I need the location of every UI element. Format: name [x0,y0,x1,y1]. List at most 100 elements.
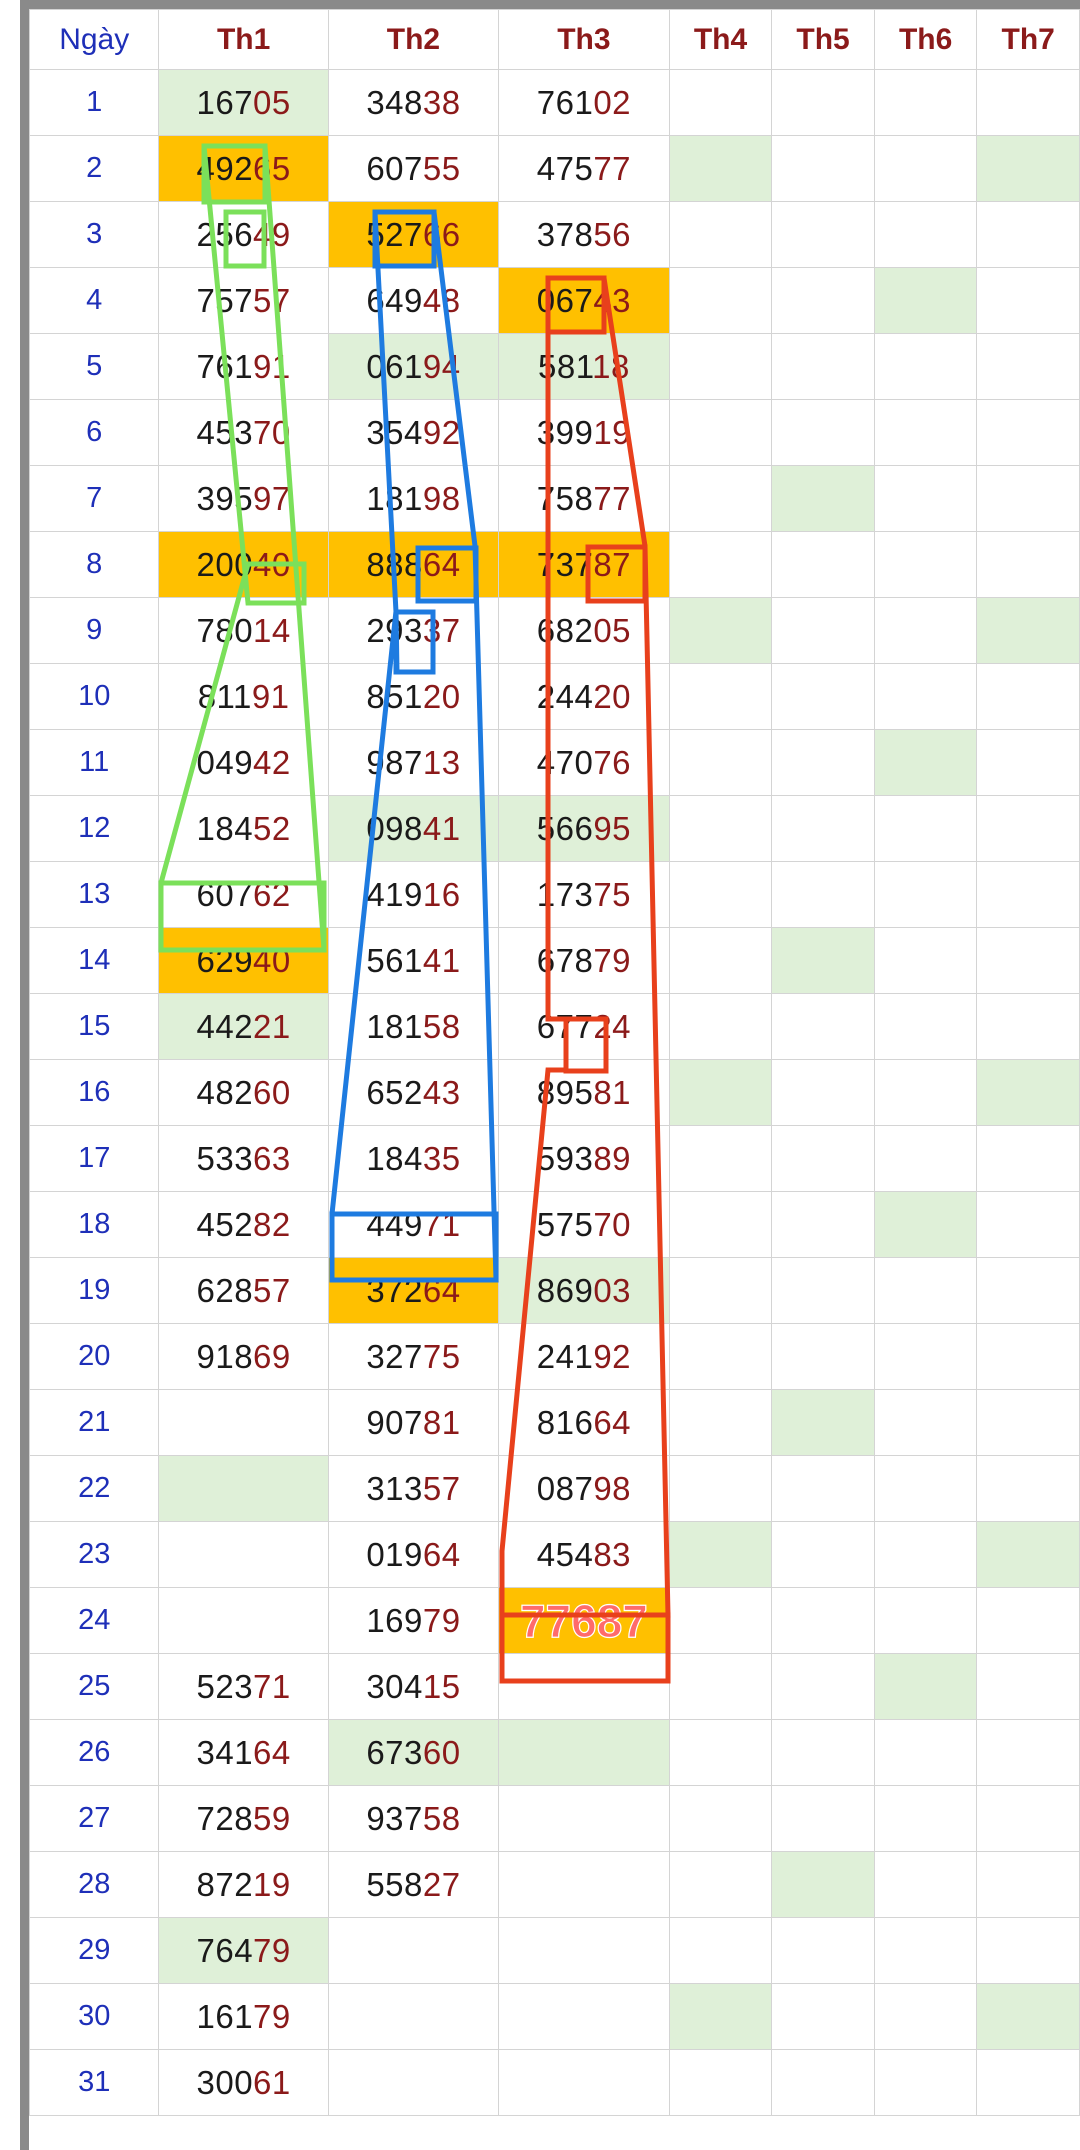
result-cell [668,1257,773,1324]
result-cell [873,267,978,334]
result-head-digits: 895 [536,1073,594,1111]
result-head-digits: 758 [536,479,594,517]
result-head-digits: 761 [536,83,594,121]
day-cell: 13 [28,861,160,928]
result-cell [771,795,875,862]
result-cell [498,1785,670,1852]
result-cell [771,135,875,202]
result-tail-digits: 91 [251,677,290,715]
result-cell: 88864 [327,531,500,598]
table-row: 19 62857 37264 86903 [28,1257,1080,1324]
result-cell: 87219 [158,1851,329,1918]
result-cell: 18435 [327,1125,500,1192]
result-cell [873,1719,978,1786]
result-cell [668,1587,773,1654]
result-cell: 49265 [158,135,329,202]
result-head-digits: 200 [196,545,254,583]
result-tail-digits: 79 [253,1931,291,1969]
result-cell [873,1323,978,1390]
result-cell [873,597,978,664]
result-tail-digits: 61 [253,2063,291,2101]
table-row: 4 75757 64948 06743 [28,267,1080,334]
result-cell [668,1389,773,1456]
day-cell: 9 [28,597,160,664]
header-month-3: Th3 [498,9,670,70]
result-cell [668,531,773,598]
result-cell [668,2049,773,2116]
result-head-digits: 628 [196,1271,254,1309]
result-tail-digits: 43 [422,1073,461,1111]
result-tail-digits: 89 [593,1139,632,1177]
result-cell: 39919 [498,399,670,466]
day-cell: 12 [28,795,160,862]
result-cell: 64948 [327,267,500,334]
table-row: 22 31357 08798 [28,1455,1080,1522]
result-cell [158,1455,329,1522]
result-head-digits: 649 [366,281,423,319]
result-cell [668,1785,773,1852]
result-head-digits: 304 [366,1667,423,1705]
result-cell: 30061 [158,2049,329,2116]
result-cell [771,1191,875,1258]
result-tail-digits: 49 [253,215,291,253]
result-cell: 81191 [158,663,329,730]
day-cell: 31 [28,2049,160,2116]
result-cell [976,1719,1080,1786]
result-cell [873,531,978,598]
result-tail-digits: 97 [253,479,291,517]
result-cell [771,2049,875,2116]
result-cell: 68205 [498,597,670,664]
result-cell [976,1653,1080,1720]
result-cell [976,861,1080,928]
result-cell [771,1323,875,1390]
result-cell [976,267,1080,334]
result-tail-digits: 19 [253,1865,291,1903]
result-tail-digits: 63 [253,1139,291,1177]
result-tail-digits: 55 [422,149,461,187]
day-cell: 11 [28,729,160,796]
result-cell [976,1059,1080,1126]
result-cell: 16179 [158,1983,329,2050]
day-cell: 22 [28,1455,160,1522]
result-head-digits: 167 [196,83,254,121]
result-cell: 34164 [158,1719,329,1786]
result-cell [873,861,978,928]
result-head-digits: 453 [196,413,254,451]
header-day: Ngày [28,9,160,70]
result-head-digits: 872 [196,1865,254,1903]
day-cell: 21 [28,1389,160,1456]
result-cell: 73787 [498,531,670,598]
day-cell: 18 [28,1191,160,1258]
result-cell [668,399,773,466]
result-cell: 56695 [498,795,670,862]
result-head-digits: 300 [196,2063,254,2101]
result-cell [873,1983,978,2050]
result-cell [976,201,1080,268]
result-tail-digits: 48 [422,281,461,319]
result-tail-digits: 57 [253,1271,291,1309]
result-cell: 75757 [158,267,329,334]
result-head-digits: 372 [366,1271,423,1309]
result-cell: 37856 [498,201,670,268]
result-tail-digits: 79 [593,941,632,979]
result-cell: 47577 [498,135,670,202]
result-head-digits: 378 [536,215,594,253]
result-cell: 65243 [327,1059,500,1126]
table-row: 15 44221 18158 67724 [28,993,1080,1060]
result-tail-digits: 83 [593,1535,632,1573]
header-month-5: Th5 [771,9,875,70]
result-cell [873,993,978,1060]
result-cell: 90781 [327,1389,500,1456]
table-row: 1 16705 34838 76102 [28,69,1080,136]
result-head-digits: 475 [536,149,594,187]
result-tail-digits: 92 [593,1337,632,1375]
header-month-2: Th2 [327,9,500,70]
result-cell: 16979 [327,1587,500,1654]
result-cell [771,1653,875,1720]
table-row: 26 34164 67360 [28,1719,1080,1786]
result-cell: 76479 [158,1917,329,1984]
result-cell [976,1257,1080,1324]
table-row: 25 52371 30415 [28,1653,1080,1720]
result-tail-digits: 52 [253,809,291,847]
result-head-digits: 629 [196,941,254,979]
